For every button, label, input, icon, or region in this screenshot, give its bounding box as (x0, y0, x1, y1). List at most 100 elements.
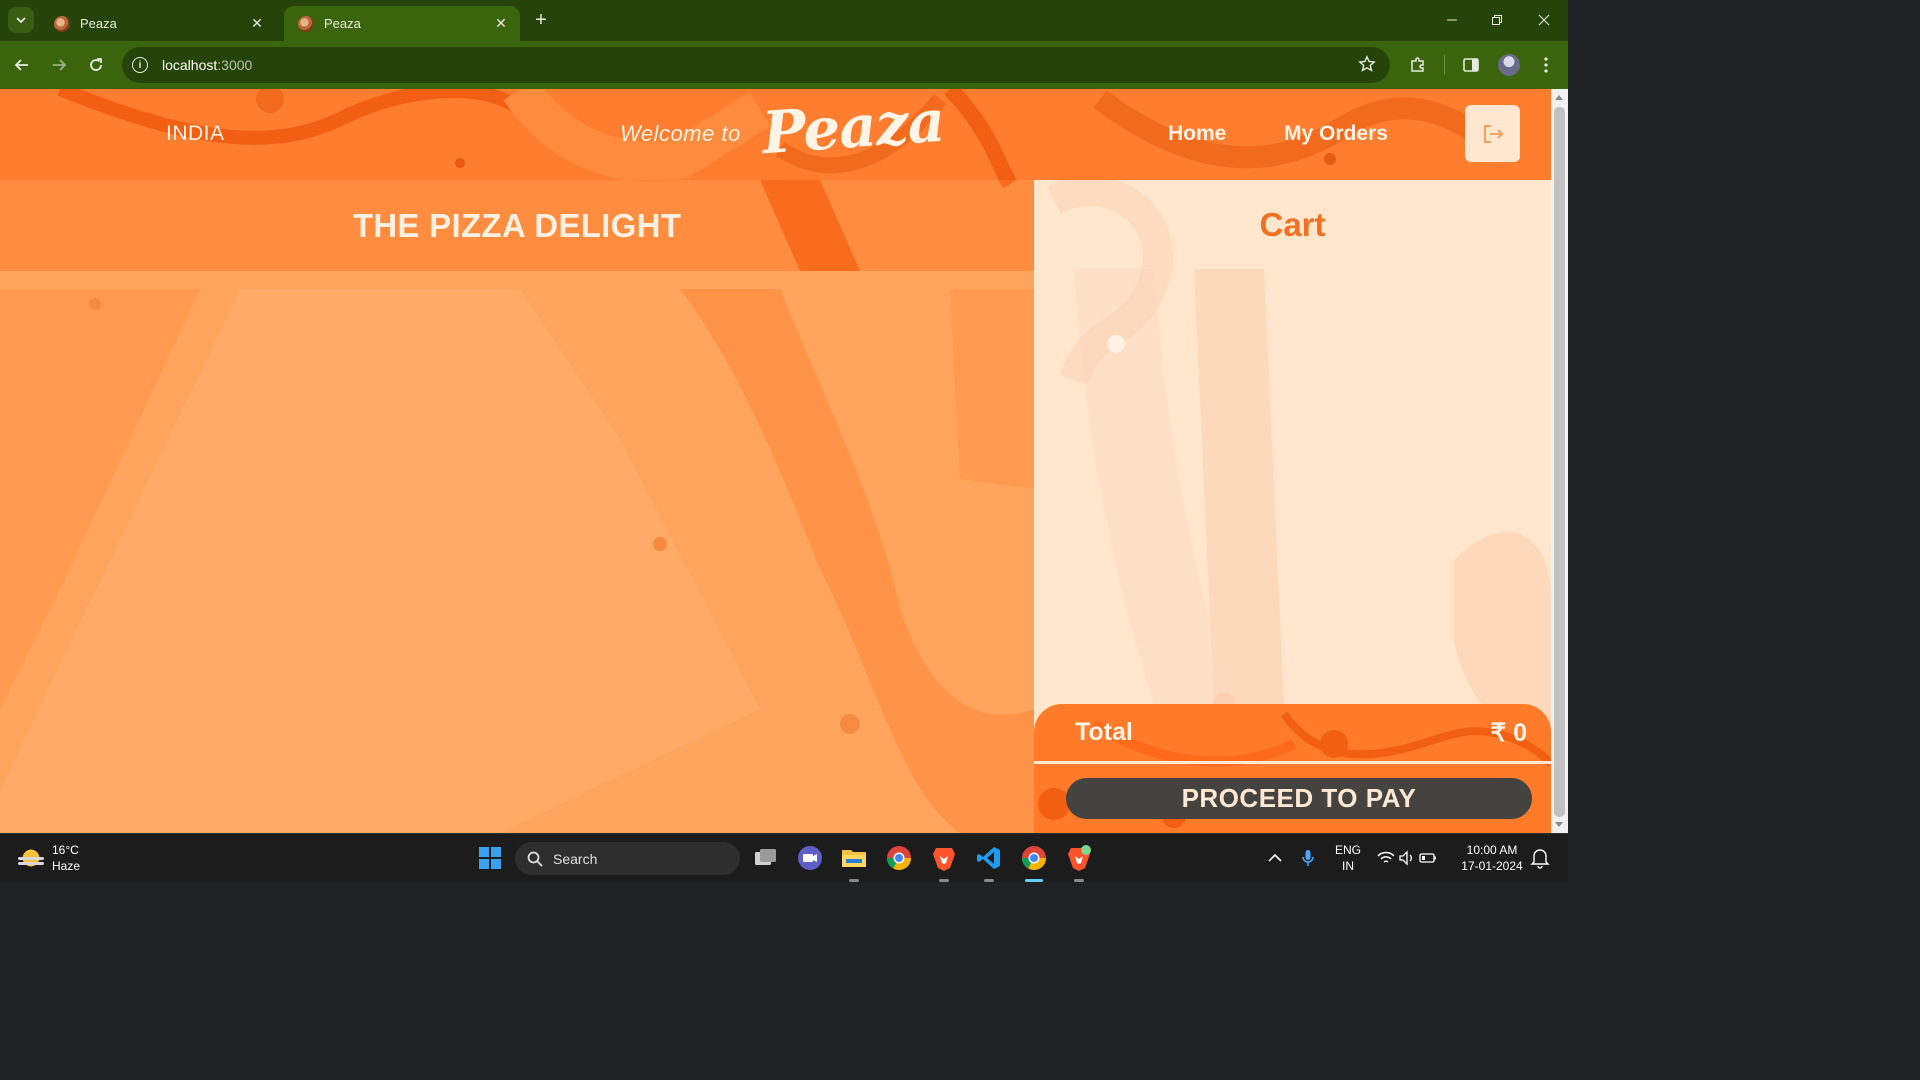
folder-icon (842, 850, 866, 867)
microphone-icon (1302, 850, 1314, 866)
nav-link-home[interactable]: Home (1168, 122, 1226, 146)
bell-icon (1530, 849, 1550, 869)
proceed-to-pay-button[interactable]: PROCEED TO PAY (1066, 778, 1532, 819)
forward-button[interactable] (47, 53, 71, 77)
task-view-button[interactable] (751, 844, 779, 872)
menu-header: THE PIZZA DELIGHT (0, 180, 1034, 271)
extensions-button[interactable] (1406, 53, 1430, 77)
tab-search-button[interactable] (8, 7, 34, 33)
logout-icon (1483, 124, 1503, 143)
scroll-down-arrow-icon[interactable] (1555, 822, 1563, 827)
weather-widget[interactable]: 16°C Haze (18, 842, 80, 874)
cart-footer: Total ₹ 0 PROCEED TO PAY (1034, 704, 1551, 833)
tab-title: Peaza (324, 16, 361, 31)
app-running-indicator (984, 879, 994, 882)
video-call-icon (798, 846, 822, 870)
chrome-icon (1022, 846, 1046, 871)
weather-temp: 16°C (52, 843, 79, 857)
arrow-left-icon (14, 59, 28, 71)
app-running-indicator (1074, 879, 1084, 882)
browser-tab-active[interactable]: Peaza ✕ (284, 6, 520, 41)
close-tab-icon[interactable]: ✕ (248, 15, 266, 33)
nav-link-my-orders[interactable]: My Orders (1284, 122, 1388, 146)
language-indicator[interactable]: ENG IN (1330, 842, 1366, 874)
brand-logo[interactable]: Peaza (760, 89, 946, 167)
reload-button[interactable] (84, 53, 108, 77)
close-window-button[interactable] (1529, 6, 1559, 34)
url-host: localhost (162, 57, 218, 73)
side-panel-button[interactable] (1459, 53, 1483, 77)
cart-items-list (1034, 269, 1551, 704)
total-label: Total (1075, 718, 1133, 746)
brave-button[interactable] (930, 844, 958, 872)
clock-date: 17-01-2024 (1461, 859, 1523, 873)
windows-logo-icon (479, 847, 501, 869)
country-label: INDIA (166, 122, 225, 145)
pizza-favicon-icon (298, 15, 314, 32)
arrow-right-icon (53, 59, 67, 71)
microphone-button[interactable] (1296, 846, 1320, 870)
menu-panel: THE PIZZA DELIGHT (0, 180, 1034, 833)
weather-text: 16°C Haze (52, 842, 80, 874)
puzzle-icon (1411, 57, 1424, 72)
app-running-indicator (939, 879, 949, 882)
notifications-button[interactable] (1529, 846, 1551, 870)
browser-tab[interactable]: Peaza ✕ (40, 6, 276, 41)
restore-button[interactable] (1482, 6, 1512, 34)
task-view-icon (755, 849, 776, 865)
page-scrollbar[interactable] (1551, 89, 1568, 833)
restaurant-title: THE PIZZA DELIGHT (352, 206, 682, 244)
file-explorer-button[interactable] (840, 844, 868, 872)
browser-titlebar: Peaza ✕ Peaza ✕ + (0, 0, 1568, 41)
brave-lion-icon (933, 848, 955, 871)
clock-time: 10:00 AM (1466, 843, 1518, 857)
tab-title: Peaza (80, 16, 117, 31)
back-button[interactable] (10, 53, 34, 77)
windows-taskbar: 16°C Haze Search ENG IN 10:00 AM 17-01-2… (0, 833, 1568, 882)
close-tab-icon[interactable]: ✕ (492, 15, 510, 33)
language-line2: IN (1342, 859, 1354, 873)
more-vertical-icon (1544, 57, 1548, 73)
welcome-exclaim: ! (926, 119, 933, 144)
browser-menu-button[interactable] (1534, 53, 1558, 77)
teams-meet-button[interactable] (796, 844, 824, 872)
weather-desc: Haze (52, 859, 81, 873)
minimize-button[interactable] (1437, 6, 1467, 34)
taskbar-search[interactable]: Search (515, 842, 740, 875)
brave-nightly-button[interactable] (1065, 844, 1093, 872)
address-bar[interactable]: i localhost:3000 (122, 47, 1390, 83)
bookmark-star-icon[interactable] (1358, 55, 1376, 78)
app-active-indicator (1025, 879, 1043, 882)
cart-title: Cart (1259, 205, 1326, 243)
scroll-up-arrow-icon[interactable] (1555, 95, 1563, 100)
chrome-active-button[interactable] (1020, 844, 1048, 872)
site-navbar: INDIA Welcome to Peaza ! Home My Orders (0, 89, 1551, 180)
app-running-indicator (849, 879, 859, 882)
logout-button[interactable] (1465, 105, 1520, 162)
wifi-volume-battery-icon (1377, 850, 1436, 866)
pizza-favicon-icon (54, 15, 70, 32)
chevron-up-icon (1268, 853, 1282, 862)
haze-weather-icon (18, 845, 44, 871)
site-info-icon[interactable]: i (132, 57, 148, 73)
restore-icon (1492, 15, 1502, 25)
scrollbar-thumb[interactable] (1554, 107, 1565, 817)
search-icon (527, 851, 543, 867)
profile-avatar[interactable] (1498, 54, 1520, 76)
browser-toolbar: i localhost:3000 (0, 41, 1568, 89)
menu-items-area (0, 271, 1034, 833)
system-tray-status[interactable] (1374, 846, 1444, 870)
url-text[interactable]: localhost:3000 (162, 57, 252, 73)
chrome-icon (887, 846, 911, 871)
url-port: :3000 (217, 57, 253, 73)
clock[interactable]: 10:00 AM 17-01-2024 (1452, 842, 1532, 874)
show-hidden-icons-button[interactable] (1263, 846, 1287, 870)
toolbar-divider (1444, 55, 1445, 75)
chrome-button[interactable] (885, 844, 913, 872)
cart-header: Cart (1034, 180, 1551, 269)
vscode-button[interactable] (975, 844, 1003, 872)
new-tab-button[interactable]: + (530, 9, 552, 31)
vscode-icon (977, 847, 1000, 869)
total-value: ₹ 0 (1490, 718, 1527, 747)
windows-start-button[interactable] (476, 844, 504, 872)
